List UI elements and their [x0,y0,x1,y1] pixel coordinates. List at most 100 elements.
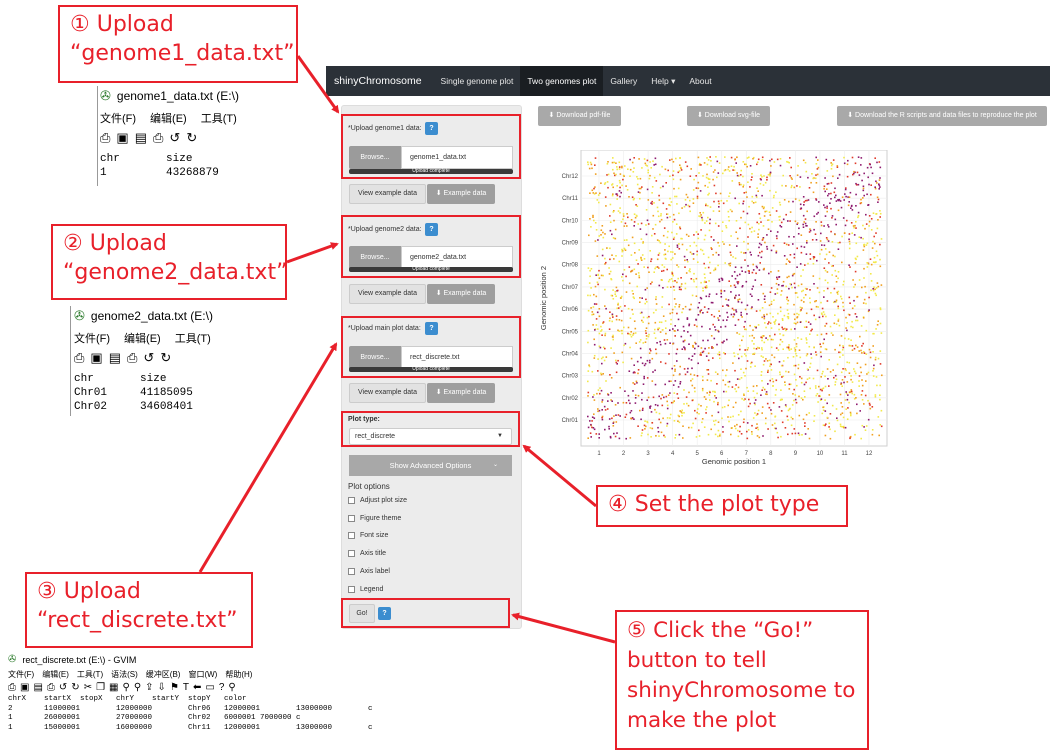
download-icon[interactable]: ⇩ [158,682,166,693]
menu-item-edit[interactable]: 编辑(E) [124,330,161,346]
download-r-scripts-button[interactable]: ⬇ Download the R scripts and data files … [837,106,1047,126]
redo-icon[interactable]: ↻ [160,350,171,366]
data-point [770,363,772,366]
menu-item-tools[interactable]: 工具(T) [77,669,103,680]
data-point [836,165,839,167]
example-data-button[interactable]: ⬇ Example data [427,383,495,403]
checkbox-adjust-plot-size[interactable]: Adjust plot size [348,497,407,504]
checkbox-legend[interactable]: Legend [348,586,383,593]
open-icon[interactable]: ⎙ [8,682,16,693]
checkbox-box[interactable] [348,550,355,557]
checkbox-axis-title[interactable]: Axis title [348,550,386,557]
save-all-icon[interactable]: ▤ [33,682,42,693]
data-point [686,260,689,263]
menu-item-file[interactable]: 文件(F) [8,669,34,680]
data-point [629,175,631,177]
run-icon[interactable]: ⚑ [170,682,179,693]
data-point [612,211,615,213]
undo-icon[interactable]: ↺ [59,682,67,693]
paste-icon[interactable]: ▦ [109,682,118,693]
data-point [632,371,635,374]
menu-item-help[interactable]: 帮助(H) [225,669,252,680]
tab-gallery[interactable]: Gallery [603,66,644,96]
menu-item-file[interactable]: 文件(F) [100,110,136,126]
tab-help[interactable]: Help ▾ [644,66,682,96]
save-all-icon[interactable]: ▤ [109,350,121,366]
data-point [659,421,662,424]
data-point [823,267,826,269]
view-example-button[interactable]: View example data [349,284,426,304]
help-icon[interactable]: ? [219,682,225,693]
data-point [674,306,676,308]
download-svg-button[interactable]: ⬇ Download svg-file [687,106,770,126]
data-point [793,339,796,341]
print-icon[interactable]: ⎙ [127,350,137,366]
editor-content[interactable]: chr size 1 43268879 [100,152,239,180]
checkbox-box[interactable] [348,515,355,522]
find-help-icon[interactable]: ⚲ [228,682,235,693]
checkbox-box[interactable] [348,586,355,593]
undo-icon[interactable]: ↺ [143,350,154,366]
undo-icon[interactable]: ↺ [169,130,180,146]
example-data-button[interactable]: ⬇ Example data [427,284,495,304]
menu-item-buffer[interactable]: 缓冲区(B) [146,669,181,680]
redo-icon[interactable]: ↻ [186,130,197,146]
checkbox-box[interactable] [348,532,355,539]
save-icon[interactable]: ▣ [20,682,29,693]
data-point [820,232,822,235]
data-point [832,334,834,336]
find-icon[interactable]: ⚲ [123,682,130,693]
example-data-button[interactable]: ⬇ Example data [427,184,495,204]
cut-icon[interactable]: ✂ [84,682,92,693]
data-point [634,394,637,396]
tab-single-genome-plot[interactable]: Single genome plot [434,66,521,96]
data-point [760,374,763,376]
menu-item-window[interactable]: 窗口(W) [188,669,217,680]
data-point [746,212,749,215]
save-all-icon[interactable]: ▤ [135,130,147,146]
copy-icon[interactable]: ❐ [96,682,105,693]
data-point [690,426,693,429]
editor-content[interactable]: chr size Chr01 41185095 Chr02 34608401 [74,372,213,414]
data-point [812,257,815,260]
data-point [598,308,601,310]
app-brand[interactable]: shinyChromosome [326,75,434,87]
menu-item-tools[interactable]: 工具(T) [175,330,211,346]
save-icon[interactable]: ▣ [90,350,102,366]
checkbox-font-size[interactable]: Font size [348,532,388,539]
menu-item-tools[interactable]: 工具(T) [201,110,237,126]
checkbox-box[interactable] [348,497,355,504]
view-example-button[interactable]: View example data [349,383,426,403]
open-icon[interactable]: ⎙ [74,350,84,366]
print-icon[interactable]: ⎙ [47,682,55,693]
data-point [820,333,823,336]
editor-content[interactable]: chrX startX stopX chrY startY stopY colo… [8,695,408,733]
jump-icon[interactable]: ⬅ [193,682,201,693]
data-point [632,382,634,384]
tab-two-genomes-plot[interactable]: Two genomes plot [520,66,604,96]
upload-icon[interactable]: ⇪ [145,682,153,693]
label-icon[interactable]: ▭ [205,682,214,693]
data-point [793,322,796,324]
tag-icon[interactable]: T [183,682,189,693]
menu-item-syntax[interactable]: 语法(S) [111,669,138,680]
data-point [820,301,822,304]
data-point [638,341,641,343]
show-advanced-options-button[interactable]: Show Advanced Options ⌄ [349,455,512,476]
data-point [683,412,685,414]
download-pdf-button[interactable]: ⬇ Download pdf-file [538,106,621,126]
tab-about[interactable]: About [682,66,718,96]
open-icon[interactable]: ⎙ [100,130,110,146]
data-point [665,332,667,335]
menu-item-edit[interactable]: 编辑(E) [42,669,69,680]
checkbox-box[interactable] [348,568,355,575]
print-icon[interactable]: ⎙ [153,130,163,146]
save-icon[interactable]: ▣ [116,130,128,146]
view-example-button[interactable]: View example data [349,184,426,204]
replace-icon[interactable]: ⚲ [134,682,141,693]
redo-icon[interactable]: ↻ [71,682,79,693]
menu-item-file[interactable]: 文件(F) [74,330,110,346]
checkbox-axis-label[interactable]: Axis label [348,568,390,575]
menu-item-edit[interactable]: 编辑(E) [150,110,187,126]
checkbox-figure-theme[interactable]: Figure theme [348,515,401,522]
